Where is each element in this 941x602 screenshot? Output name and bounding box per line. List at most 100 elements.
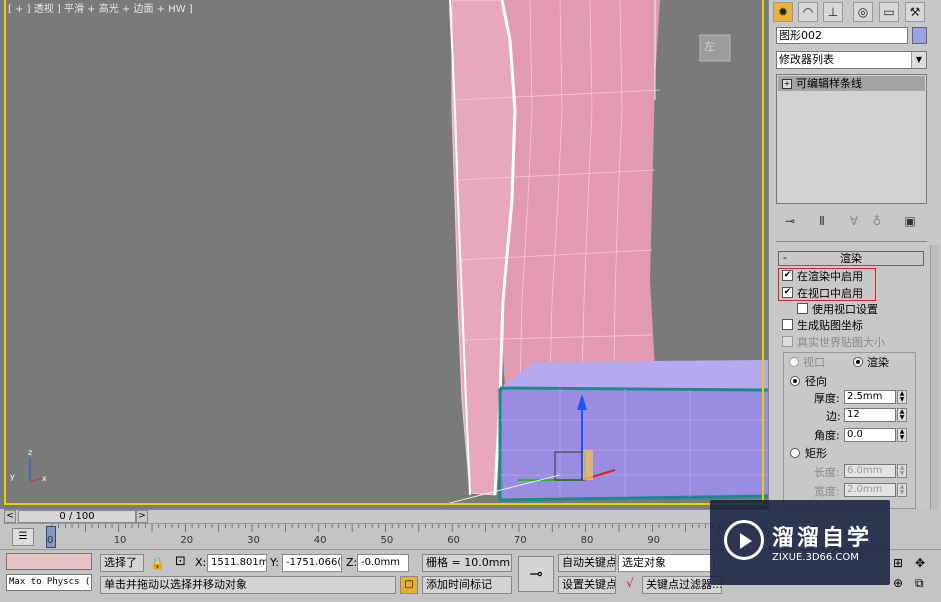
- use-viewport-settings-label: 使用视口设置: [812, 303, 878, 316]
- z-coordinate-field[interactable]: -0.0mm: [357, 554, 409, 572]
- timeline-tick-label: 70: [513, 535, 527, 546]
- time-slider[interactable]: < 0 / 100 >: [4, 509, 768, 524]
- stack-item-label: 可编辑样条线: [796, 77, 862, 90]
- show-end-result-icon[interactable]: Ⅱ: [813, 213, 831, 229]
- watermark: 溜溜自学 ZIXUE.3D66.COM: [710, 500, 890, 585]
- timeline-tick-label: 50: [380, 535, 394, 546]
- hierarchy-icon[interactable]: ⊥: [823, 2, 843, 22]
- chevron-down-icon: ▼: [911, 52, 926, 68]
- angle-label: 角度:: [814, 429, 840, 442]
- remove-modifier-icon[interactable]: ♁: [868, 213, 886, 229]
- set-key-icon[interactable]: ⊸: [518, 556, 554, 592]
- pin-stack-icon[interactable]: ⊸: [781, 213, 799, 229]
- z-label: Z:: [346, 556, 358, 569]
- expand-icon[interactable]: +: [782, 79, 792, 89]
- rendering-rollout-header[interactable]: - 渲染: [778, 251, 924, 266]
- thickness-spinner[interactable]: ▲ ▼: [897, 390, 907, 404]
- thickness-label: 厚度:: [814, 392, 840, 405]
- length-spinner[interactable]: ▲ ▼: [897, 464, 907, 478]
- zoom-extents-icon[interactable]: ⊞: [893, 556, 903, 570]
- time-tag-icon[interactable]: ▢: [400, 576, 418, 594]
- play-logo-icon: [724, 520, 764, 560]
- stack-item-editable-spline[interactable]: + 可编辑样条线: [778, 76, 925, 91]
- grid-size-display: 栅格 = 10.0mm: [422, 554, 512, 572]
- modifier-list-dropdown[interactable]: 修改器列表 ▼: [776, 51, 927, 69]
- width-spinner[interactable]: ▲ ▼: [897, 483, 907, 497]
- pan-icon[interactable]: ✥: [915, 556, 925, 570]
- prompt-line: 单击并拖动以选择并移动对象: [100, 576, 396, 594]
- angle-spinner[interactable]: ▲ ▼: [897, 428, 907, 442]
- orbit-icon[interactable]: ⊕: [893, 576, 903, 590]
- object-name-field[interactable]: 图形002: [776, 27, 908, 44]
- timeline-tick-label: 20: [180, 535, 194, 546]
- auto-key-button[interactable]: 自动关键点: [558, 554, 616, 572]
- create-icon[interactable]: ✹: [773, 2, 793, 22]
- sides-label: 边:: [826, 410, 841, 423]
- timeline-tick-label: 80: [580, 535, 594, 546]
- divider: [776, 241, 927, 242]
- object-color-swatch[interactable]: [912, 27, 927, 44]
- angle-input[interactable]: 0.0: [844, 428, 896, 442]
- watermark-url: ZIXUE.3D66.COM: [772, 552, 859, 563]
- rollout-title: 渲染: [840, 252, 862, 265]
- utilities-icon[interactable]: ⚒: [905, 2, 925, 22]
- length-input[interactable]: 6.0mm: [844, 464, 896, 478]
- sides-spinner[interactable]: ▲ ▼: [897, 408, 907, 422]
- y-label: Y:: [270, 556, 279, 569]
- render-radio[interactable]: [853, 357, 863, 367]
- frame-indicator[interactable]: 0 / 100: [18, 510, 136, 523]
- timeline-tick-label: 30: [247, 535, 260, 546]
- length-label: 长度:: [814, 466, 840, 479]
- real-world-map-size-label: 真实世界贴图大小: [797, 336, 885, 349]
- generate-mapping-checkbox[interactable]: [782, 319, 793, 330]
- selection-count: 选择了: [100, 554, 144, 572]
- thickness-input[interactable]: 2.5mm: [844, 390, 896, 404]
- absolute-mode-icon[interactable]: ⊡: [175, 554, 186, 569]
- rectangular-radio[interactable]: [790, 448, 800, 458]
- x-label: X:: [195, 556, 207, 569]
- timeline-tick-label: 10: [113, 535, 127, 546]
- panel-scrollbar[interactable]: [930, 245, 939, 509]
- configure-sets-icon[interactable]: ▣: [901, 213, 919, 229]
- set-key-button[interactable]: 设置关键点: [558, 576, 616, 594]
- radial-radio[interactable]: [790, 376, 800, 386]
- generate-mapping-label: 生成贴图坐标: [797, 319, 863, 332]
- real-world-map-size-checkbox[interactable]: [782, 336, 793, 347]
- highlight-annotation-box: [778, 268, 876, 301]
- modifier-stack[interactable]: + 可编辑样条线: [776, 74, 927, 204]
- motion-icon[interactable]: ◎: [853, 2, 873, 22]
- add-time-tag-button[interactable]: 添加时间标记: [422, 576, 512, 594]
- modifier-list-label: 修改器列表: [779, 53, 834, 66]
- timeline-tick-label: 90: [647, 535, 661, 546]
- viewport-radio[interactable]: [789, 357, 799, 367]
- maxscript-listener-pink[interactable]: [6, 553, 92, 570]
- use-viewport-settings-checkbox[interactable]: [797, 303, 808, 314]
- x-coordinate-field[interactable]: 1511.801m: [207, 554, 267, 572]
- viewport-active-border: [4, 0, 764, 505]
- mini-curve-editor-icon[interactable]: ☰: [12, 528, 34, 546]
- width-label: 宽度:: [814, 485, 840, 498]
- sides-input[interactable]: 12: [844, 408, 896, 422]
- modify-icon[interactable]: ◠: [798, 2, 818, 22]
- watermark-title: 溜溜自学: [772, 526, 873, 551]
- selected-object-dropdown[interactable]: 选定对象: [618, 554, 714, 572]
- maximize-viewport-icon[interactable]: ⧉: [915, 576, 924, 591]
- render-radio-label: 渲染: [867, 354, 889, 370]
- make-unique-icon[interactable]: ∀: [845, 213, 863, 229]
- radial-label: 径向: [805, 375, 827, 388]
- width-input[interactable]: 2.0mm: [844, 483, 896, 497]
- timeline-tick-label: 0: [47, 535, 54, 546]
- viewport-label-menu[interactable]: [ + ] 透视 ] 平滑 + 高光 + 边面 + HW ]: [8, 0, 193, 15]
- next-frame-button[interactable]: >: [136, 510, 148, 523]
- timeline-tick-label: 40: [313, 535, 327, 546]
- viewport-radio-label: 视口: [803, 354, 825, 370]
- timeline-tick-label: 60: [447, 535, 460, 546]
- lock-icon[interactable]: 🔒: [150, 556, 165, 570]
- y-coordinate-field[interactable]: -1751.066(: [282, 554, 342, 572]
- perspective-viewport[interactable]: 左 z x y [ + ] 透视 ] 平滑 + 高光 + 边面 + HW ]: [0, 0, 768, 509]
- display-icon[interactable]: ▭: [879, 2, 899, 22]
- rectangular-label: 矩形: [805, 447, 827, 460]
- key-curve-icon[interactable]: √: [620, 576, 640, 594]
- maxscript-mini-listener[interactable]: Max to Physcs (: [6, 574, 92, 591]
- prev-frame-button[interactable]: <: [4, 510, 16, 523]
